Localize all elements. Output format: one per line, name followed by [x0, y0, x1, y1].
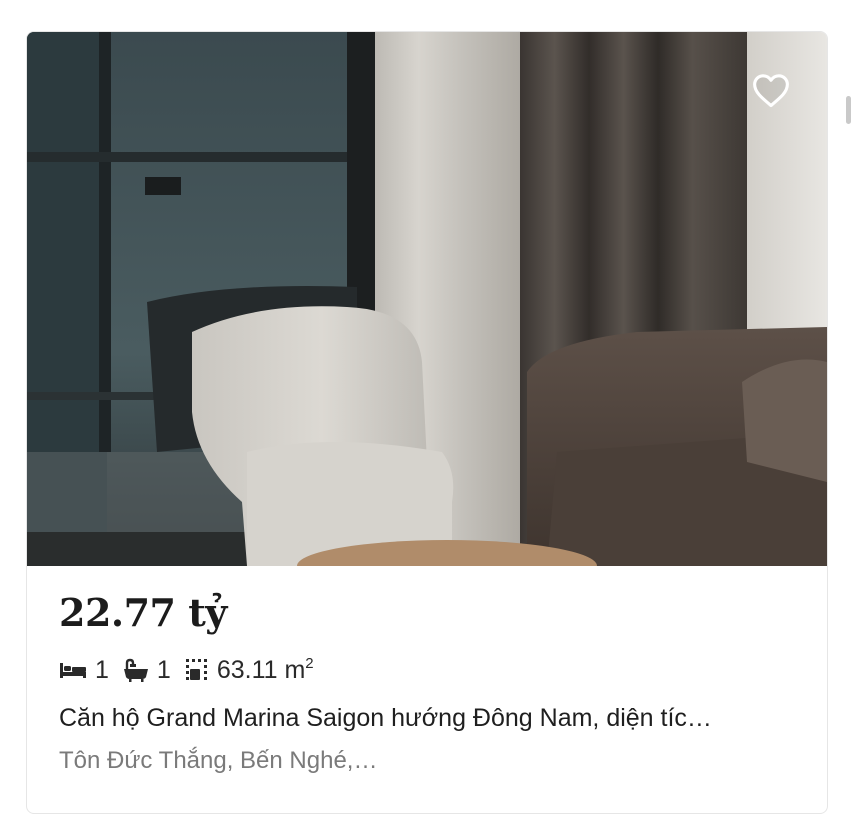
listing-specs: 1 1 63.11 m2 — [59, 654, 795, 686]
listing-card[interactable]: 22.77 tỷ 1 1 63.11 m2 Căn hộ Grand Marin… — [26, 31, 828, 814]
spec-bathrooms: 1 — [123, 656, 171, 685]
bedrooms-count: 1 — [95, 655, 109, 684]
spec-area: 63.11 m2 — [185, 655, 314, 685]
apartment-photo — [27, 32, 827, 566]
area-value: 63.11 m2 — [216, 655, 314, 684]
bathtub-icon — [123, 658, 148, 682]
favorite-button[interactable] — [749, 68, 793, 112]
area-icon — [185, 659, 207, 680]
heart-outline-icon — [753, 74, 789, 108]
listing-price: 22.77 tỷ — [59, 590, 227, 635]
spec-bedrooms: 1 — [59, 656, 109, 685]
listing-details: 22.77 tỷ 1 1 63.11 m2 Căn hộ Grand Marin… — [59, 566, 795, 778]
listing-address: Tôn Đức Thắng, Bến Nghé,… — [59, 747, 378, 774]
bed-icon — [60, 663, 86, 678]
listing-photo[interactable] — [27, 32, 827, 566]
scrollbar[interactable] — [846, 96, 851, 124]
bathrooms-count: 1 — [156, 655, 171, 684]
listing-title[interactable]: Căn hộ Grand Marina Saigon hướng Đông Na… — [59, 700, 795, 736]
